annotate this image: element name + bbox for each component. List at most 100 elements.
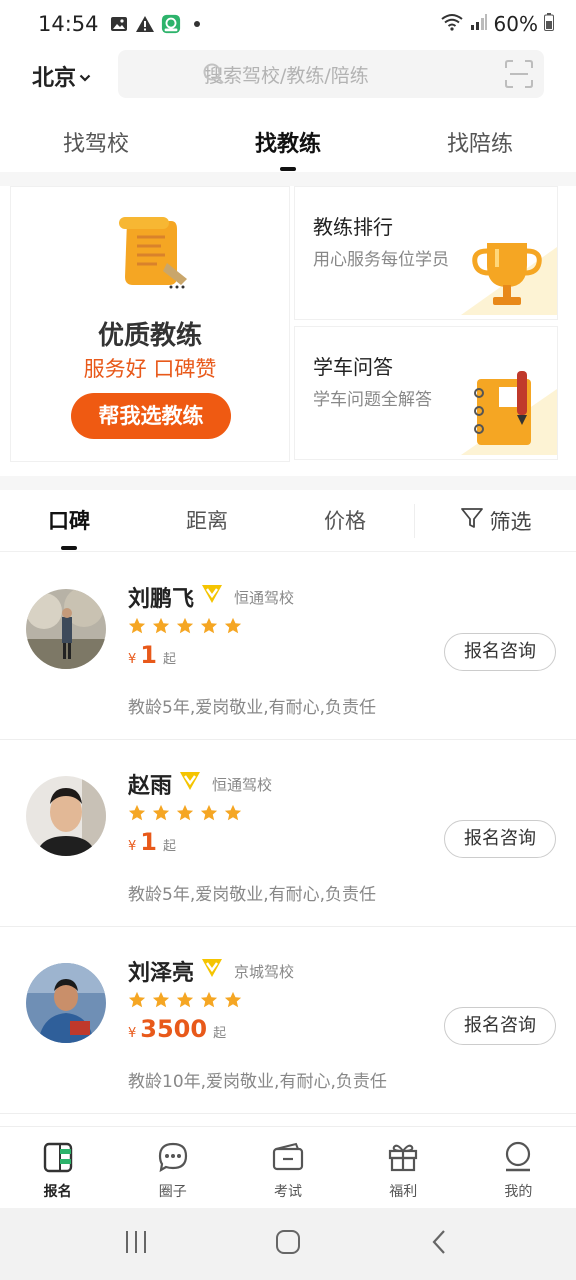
battery-icon xyxy=(544,12,554,36)
nav-exam[interactable]: 考试 xyxy=(230,1127,345,1208)
star-icon xyxy=(152,804,170,821)
nav-signup[interactable]: 报名 xyxy=(0,1127,115,1208)
nav-label: 我的 xyxy=(504,1184,533,1200)
recent-apps-icon[interactable] xyxy=(123,1229,149,1259)
coach-name: 刘鹏飞 xyxy=(128,587,195,612)
sort-tabs: 口碑 距离 价格 筛选 xyxy=(0,490,576,552)
coach-school: 恒通驾校 xyxy=(234,588,295,607)
consult-button[interactable]: 报名咨询 xyxy=(444,1007,556,1045)
price-unit: 起 xyxy=(162,839,176,854)
driving-qa-card[interactable]: 学车问答 学车问题全解答 xyxy=(294,326,558,460)
tab-find-school[interactable]: 找驾校 xyxy=(0,112,192,172)
sort-tab-price[interactable]: 价格 xyxy=(276,490,414,552)
tab-find-coach[interactable]: 找教练 xyxy=(192,112,384,172)
wifi-icon xyxy=(440,12,464,36)
gift-icon xyxy=(387,1141,419,1177)
coach-name-row: 刘鹏飞 恒通驾校 xyxy=(128,581,294,613)
city-selector[interactable]: 北京 xyxy=(32,60,91,92)
star-icon xyxy=(224,617,242,634)
rating-stars xyxy=(128,991,242,1009)
help-choose-coach-button[interactable]: 帮我选教练 xyxy=(71,393,231,439)
nav-label: 考试 xyxy=(274,1184,302,1200)
nav-benefits[interactable]: 福利 xyxy=(346,1127,461,1208)
nav-profile[interactable]: 我的 xyxy=(461,1127,576,1208)
driving-qa-subtitle: 学车问题全解答 xyxy=(313,390,432,410)
scan-icon[interactable] xyxy=(504,59,534,93)
star-icon xyxy=(176,804,194,821)
city-label: 北京 xyxy=(32,66,77,91)
coach-ranking-card[interactable]: 教练排行 用心服务每位学员 xyxy=(294,186,558,320)
star-icon xyxy=(128,991,146,1008)
top-header: 北京 搜索驾校/教练/陪练 xyxy=(0,48,576,104)
system-nav-bar xyxy=(0,1208,576,1280)
star-icon xyxy=(152,617,170,634)
divider xyxy=(0,172,576,186)
star-icon xyxy=(224,804,242,821)
notebook-icon xyxy=(461,363,557,459)
currency-symbol: ¥ xyxy=(128,1026,137,1041)
star-icon xyxy=(200,804,218,821)
coach-ranking-subtitle: 用心服务每位学员 xyxy=(313,250,449,270)
home-icon[interactable] xyxy=(275,1229,301,1259)
chevron-down-icon xyxy=(79,64,91,89)
chat-icon xyxy=(157,1141,189,1177)
search-bar[interactable]: 搜索驾校/教练/陪练 xyxy=(118,50,544,98)
coach-list-item[interactable]: 赵雨 恒通驾校 ¥ 1 起 报名咨询 教龄5年,爱岗敬业,有耐心,负责任 xyxy=(0,740,576,927)
nav-community[interactable]: 圈子 xyxy=(115,1127,230,1208)
verified-badge-icon xyxy=(200,583,224,611)
signup-icon xyxy=(42,1141,74,1177)
quality-coach-card[interactable]: 优质教练 服务好 口碑赞 帮我选教练 xyxy=(10,186,290,462)
filter-icon xyxy=(460,506,484,535)
coach-list-item[interactable]: 刘鹏飞 恒通驾校 ¥ 1 起 报名咨询 教龄5年,爱岗敬业,有耐心,负责任 xyxy=(0,553,576,740)
coach-avatar xyxy=(26,589,106,669)
coach-list-item[interactable]: 刘泽亮 京城驾校 ¥ 3500 起 报名咨询 教龄10年,爱岗敬业,有耐心,负责… xyxy=(0,927,576,1114)
price-value: 1 xyxy=(140,828,157,856)
price-value: 3500 xyxy=(140,1015,208,1043)
coach-name-row: 刘泽亮 京城驾校 xyxy=(128,955,294,987)
consult-button[interactable]: 报名咨询 xyxy=(444,633,556,671)
coach-price: ¥ 1 起 xyxy=(128,828,176,856)
exam-icon xyxy=(272,1141,304,1177)
filter-button[interactable]: 筛选 xyxy=(414,503,576,538)
coach-ranking-title: 教练排行 xyxy=(313,215,393,239)
coach-school: 恒通驾校 xyxy=(212,775,273,794)
bottom-nav: 报名 圈子 考试 福利 我的 xyxy=(0,1126,576,1208)
coach-price: ¥ 1 起 xyxy=(128,641,176,669)
verified-badge-icon xyxy=(178,770,202,798)
filter-label: 筛选 xyxy=(489,509,532,534)
star-icon xyxy=(176,617,194,634)
coach-list: 刘鹏飞 恒通驾校 ¥ 1 起 报名咨询 教龄5年,爱岗敬业,有耐心,负责任 赵雨… xyxy=(0,553,576,1114)
signal-icon xyxy=(470,12,488,36)
quality-coach-subtitle: 服务好 口碑赞 xyxy=(83,357,217,381)
price-value: 1 xyxy=(140,641,157,669)
star-icon xyxy=(224,991,242,1008)
status-time: 14:54 xyxy=(38,12,99,36)
star-icon xyxy=(200,617,218,634)
trophy-icon xyxy=(461,227,557,319)
warning-icon xyxy=(135,14,155,34)
rating-stars xyxy=(128,804,242,822)
dot-icon xyxy=(187,14,207,34)
star-icon xyxy=(152,991,170,1008)
sort-tab-distance[interactable]: 距离 xyxy=(138,490,276,552)
nav-label: 报名 xyxy=(43,1184,72,1200)
coach-name-row: 赵雨 恒通驾校 xyxy=(128,768,272,800)
top-tabs: 找驾校 找教练 找陪练 xyxy=(0,112,576,172)
star-icon xyxy=(128,617,146,634)
search-placeholder: 搜索驾校/教练/陪练 xyxy=(204,64,369,87)
coach-description: 教龄10年,爱岗敬业,有耐心,负责任 xyxy=(128,1072,387,1092)
verified-badge-icon xyxy=(200,957,224,985)
consult-button[interactable]: 报名咨询 xyxy=(444,820,556,858)
sort-tab-reputation[interactable]: 口碑 xyxy=(0,490,138,552)
back-icon[interactable] xyxy=(427,1229,453,1259)
price-unit: 起 xyxy=(213,1026,227,1041)
scroll-icon xyxy=(111,213,197,297)
quality-coach-title: 优质教练 xyxy=(97,321,202,351)
coach-name: 刘泽亮 xyxy=(128,961,195,986)
coach-school: 京城驾校 xyxy=(234,962,295,981)
tab-find-companion[interactable]: 找陪练 xyxy=(384,112,576,172)
status-bar: 14:54 60% xyxy=(0,0,576,48)
star-icon xyxy=(128,804,146,821)
rating-stars xyxy=(128,617,242,635)
nav-label: 圈子 xyxy=(158,1184,187,1200)
